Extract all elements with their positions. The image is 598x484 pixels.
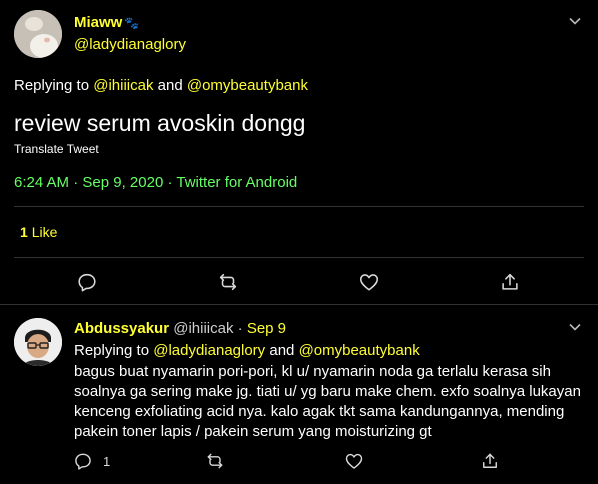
main-handle[interactable]: @ladydianaglory [74, 36, 186, 54]
replying-and: and [153, 77, 187, 94]
likes-count: 1 [20, 224, 28, 240]
likes-label: Like [31, 224, 58, 240]
handle[interactable]: @ihiiicak [173, 320, 233, 337]
name-emoji: 🐾 [124, 16, 140, 30]
replying-prefix: Replying to [74, 342, 154, 359]
reply-count: 1 [103, 454, 111, 469]
likes-stat[interactable]: 1 Like [20, 224, 57, 241]
divider [14, 206, 584, 207]
main-author[interactable]: Miaww 🐾 [74, 14, 139, 32]
like-icon[interactable] [343, 450, 365, 472]
tweet-date[interactable]: Sep 9 [247, 320, 286, 337]
replying-to: Replying to @ihiiicak and @omybeautybank [14, 77, 308, 95]
share-icon[interactable] [479, 450, 501, 472]
chevron-down-icon[interactable] [566, 318, 584, 336]
share-icon[interactable] [498, 270, 522, 294]
avatar-main[interactable] [14, 10, 62, 58]
tweet-source[interactable]: Twitter for Android [176, 174, 297, 191]
tweet-date[interactable]: Sep 9, 2020 [82, 174, 163, 191]
like-icon[interactable] [357, 270, 381, 294]
reply-author: Abdussyakur @ihiiicak · Sep 9 [74, 320, 286, 338]
mention-link[interactable]: @ihiiicak [93, 77, 153, 94]
reply-icon[interactable] [75, 270, 99, 294]
reply-text-line: soalnya ga sering make jg. tiati u/ yg b… [74, 383, 581, 400]
replying-prefix: Replying to [14, 77, 94, 94]
replying-and: and [265, 342, 299, 359]
person-avatar [14, 318, 62, 366]
meta-separator: · [69, 174, 83, 191]
mention-link[interactable]: @ladydianaglory [153, 342, 265, 359]
date-separator: · [233, 320, 247, 337]
retweet-icon[interactable] [216, 270, 240, 294]
reply-text-line: bagus buat nyamarin pori-pori, kl u/ nya… [74, 363, 551, 380]
reply-text: bagus buat nyamarin pori-pori, kl u/ nya… [74, 362, 581, 442]
cat-paw-avatar [14, 10, 62, 58]
mention-link[interactable]: @omybeautybank [299, 342, 420, 359]
reply-text-line: kenceng exfoliating acid nya. kalo agak … [74, 403, 565, 420]
avatar-reply[interactable] [14, 318, 62, 366]
mention-link[interactable]: @omybeautybank [187, 77, 308, 94]
retweet-icon[interactable] [204, 450, 226, 472]
tweet-text: review serum avoskin dongg [14, 110, 306, 136]
reply-icon[interactable] [72, 450, 94, 472]
meta-separator: · [163, 174, 177, 191]
tweet-meta: 6:24 AM · Sep 9, 2020 · Twitter for Andr… [14, 174, 297, 192]
reply-text-line: pakein toner lapis / pakein serum yang m… [74, 423, 432, 440]
translate-tweet-link[interactable]: Translate Tweet [14, 142, 99, 156]
display-name[interactable]: Miaww [74, 14, 122, 31]
divider [0, 304, 598, 305]
replying-to: Replying to @ladydianaglory and @omybeau… [74, 342, 420, 360]
display-name[interactable]: Abdussyakur [74, 320, 169, 337]
chevron-down-icon[interactable] [566, 12, 584, 30]
divider [14, 257, 584, 258]
tweet-time[interactable]: 6:24 AM [14, 174, 69, 191]
